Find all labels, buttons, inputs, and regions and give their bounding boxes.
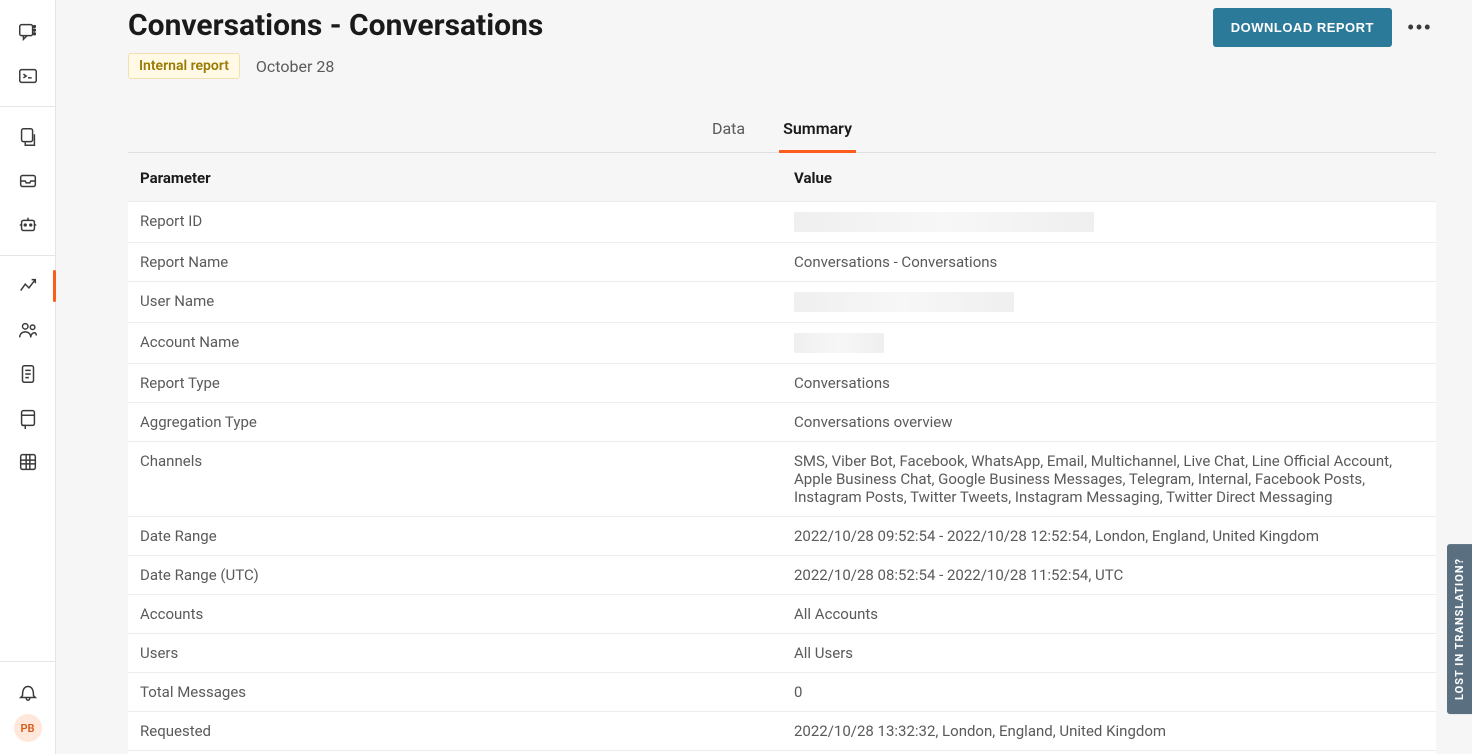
value-cell: 2022/10/28 09:52:54 - 2022/10/28 12:52:5… bbox=[782, 517, 1436, 556]
value-cell: 2022/10/28 08:52:54 - 2022/10/28 11:52:5… bbox=[782, 556, 1436, 595]
parameter-cell: Total Messages bbox=[128, 673, 782, 712]
table-row: Date Range2022/10/28 09:52:54 - 2022/10/… bbox=[128, 517, 1436, 556]
report-badge: Internal report bbox=[128, 53, 240, 79]
main-content: Conversations - Conversations Internal r… bbox=[56, 0, 1472, 754]
value-cell: 0 bbox=[782, 673, 1436, 712]
value-cell: SMS, Viber Bot, Facebook, WhatsApp, Emai… bbox=[782, 442, 1436, 517]
page-title: Conversations - Conversations bbox=[128, 8, 543, 43]
sidebar-item-grid-icon[interactable] bbox=[8, 442, 48, 482]
more-options-button[interactable]: ••• bbox=[1404, 12, 1436, 44]
table-header-parameter: Parameter bbox=[128, 153, 782, 202]
sidebar-item-bot-icon[interactable] bbox=[8, 205, 48, 245]
help-tab-lost-in-translation[interactable]: LOST IN TRANSLATION? bbox=[1447, 544, 1472, 714]
redacted-value bbox=[794, 333, 884, 353]
report-date: October 28 bbox=[256, 57, 334, 76]
avatar[interactable]: PB bbox=[14, 714, 42, 742]
tab-summary[interactable]: Summary bbox=[779, 109, 856, 153]
parameter-cell: Users bbox=[128, 634, 782, 673]
tabs: Data Summary bbox=[128, 109, 1436, 153]
table-row: Report NameConversations - Conversations bbox=[128, 243, 1436, 282]
table-row: Date Range (UTC)2022/10/28 08:52:54 - 20… bbox=[128, 556, 1436, 595]
table-header-value: Value bbox=[782, 153, 1436, 202]
summary-table: Parameter Value Report ID Report NameCon… bbox=[128, 153, 1436, 754]
redacted-value bbox=[794, 292, 1014, 312]
sidebar: PB bbox=[0, 0, 56, 754]
value-cell bbox=[782, 282, 1436, 323]
table-row: User Name bbox=[128, 282, 1436, 323]
sidebar-item-document-icon[interactable] bbox=[8, 354, 48, 394]
value-cell: 2022/10/28 13:32:32, London, England, Un… bbox=[782, 712, 1436, 751]
value-cell: Conversations overview bbox=[782, 403, 1436, 442]
value-cell: Conversations bbox=[782, 364, 1436, 403]
parameter-cell: Date Range bbox=[128, 517, 782, 556]
sidebar-item-reports-icon[interactable] bbox=[8, 398, 48, 438]
sidebar-item-inbox-icon[interactable] bbox=[8, 161, 48, 201]
table-row: Report TypeConversations bbox=[128, 364, 1436, 403]
table-row: AccountsAll Accounts bbox=[128, 595, 1436, 634]
table-row: Aggregation TypeConversations overview bbox=[128, 403, 1436, 442]
sidebar-item-templates-icon[interactable] bbox=[8, 117, 48, 157]
parameter-cell: Report Name bbox=[128, 243, 782, 282]
parameter-cell: Report ID bbox=[128, 202, 782, 243]
table-row: UsersAll Users bbox=[128, 634, 1436, 673]
sidebar-item-terminal-icon[interactable] bbox=[8, 56, 48, 96]
sidebar-item-analytics-icon[interactable] bbox=[8, 266, 48, 306]
value-cell: Conversations - Conversations bbox=[782, 243, 1436, 282]
value-cell bbox=[782, 323, 1436, 364]
parameter-cell: Aggregation Type bbox=[128, 403, 782, 442]
value-cell: All Users bbox=[782, 634, 1436, 673]
table-row: Total Messages0 bbox=[128, 673, 1436, 712]
download-report-button[interactable]: DOWNLOAD REPORT bbox=[1213, 8, 1392, 47]
sidebar-item-notifications-icon[interactable] bbox=[8, 672, 48, 712]
redacted-value bbox=[794, 212, 1094, 232]
parameter-cell: User Name bbox=[128, 282, 782, 323]
sidebar-item-conversations-icon[interactable] bbox=[8, 12, 48, 52]
table-row: ChannelsSMS, Viber Bot, Facebook, WhatsA… bbox=[128, 442, 1436, 517]
table-row: Requested2022/10/28 13:32:32, London, En… bbox=[128, 712, 1436, 751]
sidebar-item-people-icon[interactable] bbox=[8, 310, 48, 350]
parameter-cell: Channels bbox=[128, 442, 782, 517]
parameter-cell: Date Range (UTC) bbox=[128, 556, 782, 595]
parameter-cell: Accounts bbox=[128, 595, 782, 634]
table-row: Report ID bbox=[128, 202, 1436, 243]
parameter-cell: Requested bbox=[128, 712, 782, 751]
table-row: Account Name bbox=[128, 323, 1436, 364]
table-row: Generated2022/10/28 13:32:33, London, En… bbox=[128, 751, 1436, 754]
parameter-cell: Generated bbox=[128, 751, 782, 754]
value-cell bbox=[782, 202, 1436, 243]
parameter-cell: Report Type bbox=[128, 364, 782, 403]
parameter-cell: Account Name bbox=[128, 323, 782, 364]
value-cell: 2022/10/28 13:32:33, London, England, Un… bbox=[782, 751, 1436, 754]
value-cell: All Accounts bbox=[782, 595, 1436, 634]
tab-data[interactable]: Data bbox=[708, 109, 749, 153]
